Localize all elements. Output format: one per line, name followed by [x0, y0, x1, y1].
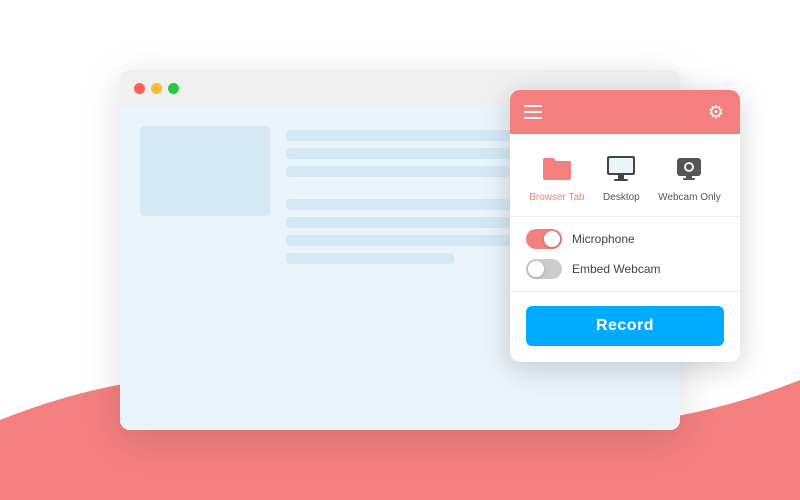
gear-icon[interactable]: ⚙ — [706, 102, 726, 122]
browser-window: ⚙ Browser Tab — [120, 70, 680, 430]
option-desktop[interactable]: Desktop — [603, 150, 640, 204]
dot-yellow — [151, 83, 162, 94]
dot-red — [134, 83, 145, 94]
content-line — [286, 253, 454, 264]
toggles-area: Microphone Embed Webcam — [510, 217, 740, 292]
popup-panel: ⚙ Browser Tab — [510, 90, 740, 362]
desktop-label: Desktop — [603, 192, 640, 204]
popup-header: ⚙ — [510, 90, 740, 134]
record-area: Record — [510, 292, 740, 362]
popup-options: Browser Tab Desktop — [510, 134, 740, 217]
desktop-icon — [603, 150, 639, 186]
browser-tab-label: Browser Tab — [529, 192, 584, 204]
hamburger-icon[interactable] — [524, 105, 542, 119]
embed-webcam-toggle-row: Embed Webcam — [526, 259, 724, 279]
toggle-knob — [528, 261, 544, 277]
embed-webcam-label: Embed Webcam — [572, 262, 660, 276]
webcam-icon — [671, 150, 707, 186]
browser-left-panel — [140, 126, 270, 410]
dot-green — [168, 83, 179, 94]
content-line — [286, 166, 510, 177]
microphone-toggle[interactable] — [526, 229, 562, 249]
option-webcam-only[interactable]: Webcam Only — [658, 150, 721, 204]
option-browser-tab[interactable]: Browser Tab — [529, 150, 584, 204]
record-button[interactable]: Record — [526, 306, 724, 346]
browser-image-placeholder — [140, 126, 270, 216]
folder-icon — [539, 150, 575, 186]
webcam-only-label: Webcam Only — [658, 192, 721, 204]
microphone-label: Microphone — [572, 232, 635, 246]
microphone-toggle-row: Microphone — [526, 229, 724, 249]
embed-webcam-toggle[interactable] — [526, 259, 562, 279]
toggle-knob — [544, 231, 560, 247]
